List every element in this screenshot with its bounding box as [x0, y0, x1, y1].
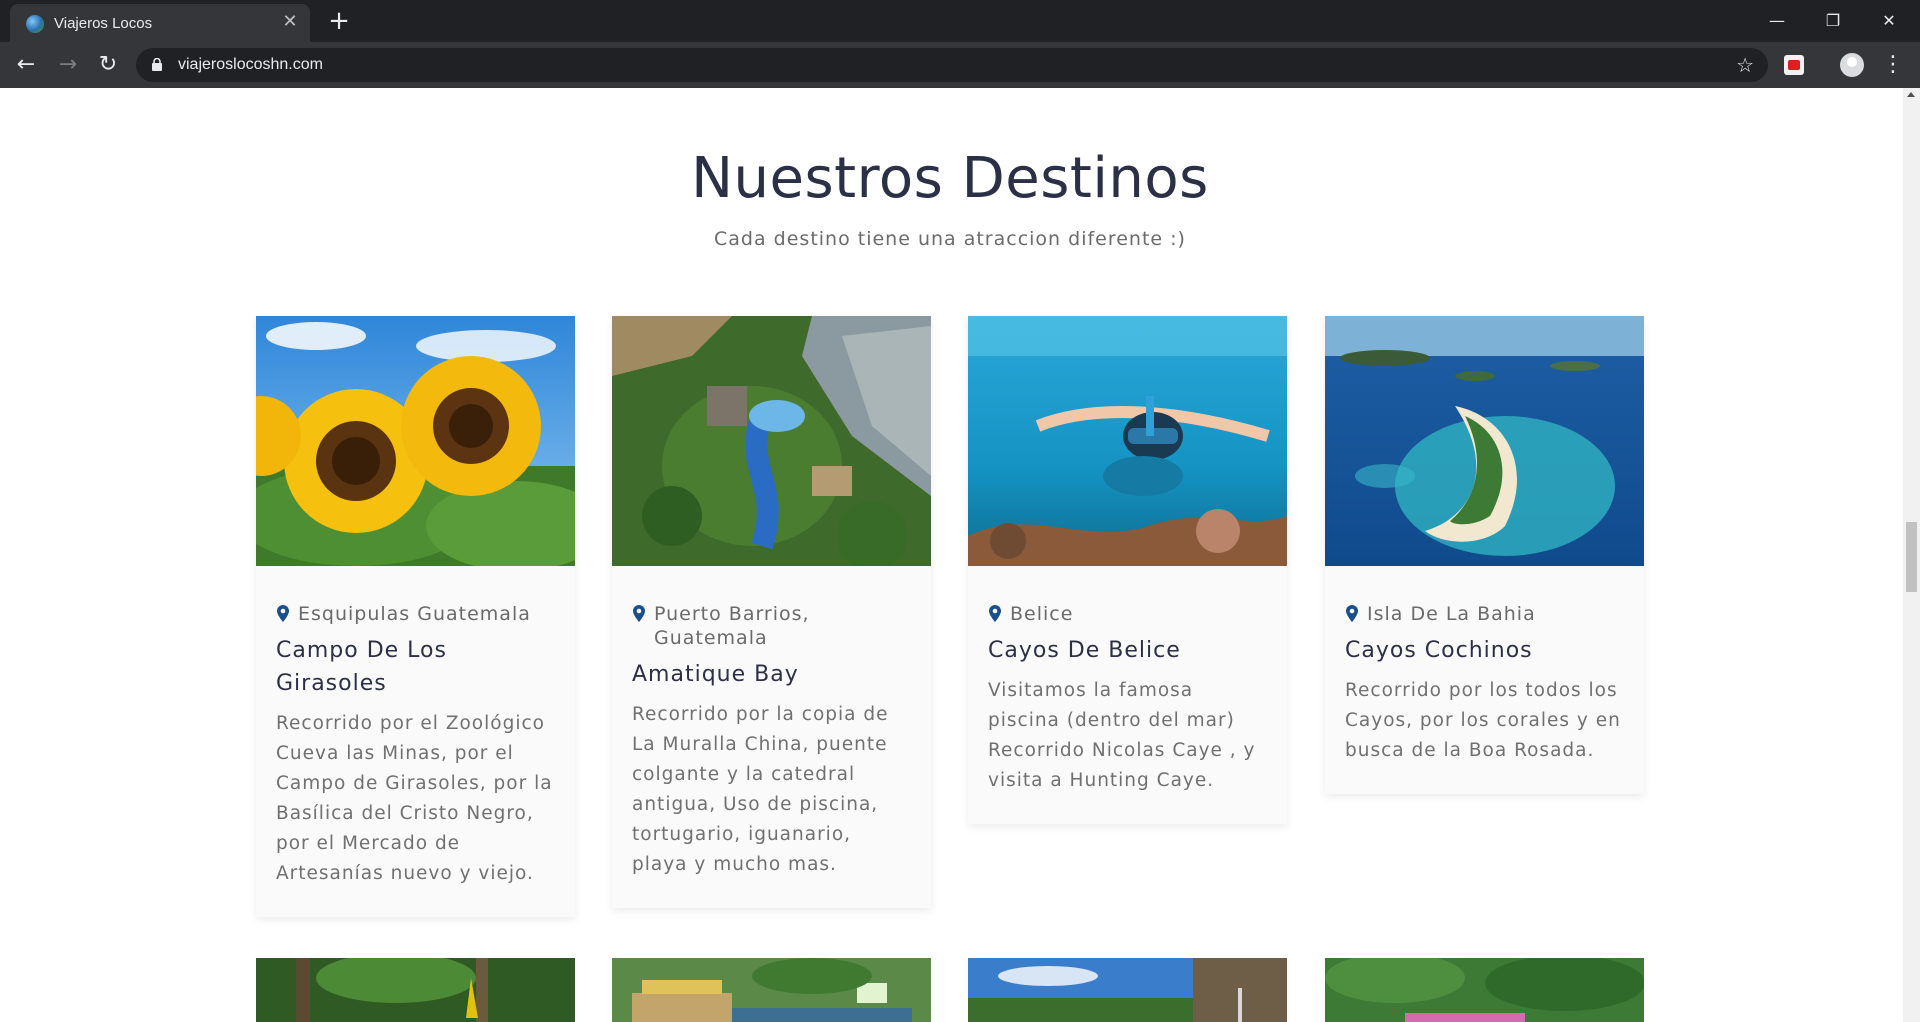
location-text: Belice — [1010, 603, 1074, 625]
location-text: Isla De La Bahia — [1367, 603, 1536, 625]
minimize-icon[interactable]: — — [1754, 6, 1800, 36]
map-pin-icon — [1346, 605, 1358, 622]
destination-card-partial[interactable] — [256, 958, 575, 1022]
destination-title[interactable]: Cayos Cochinos — [1345, 634, 1624, 667]
tab-title: Viajeros Locos — [54, 15, 153, 32]
restore-icon[interactable]: ❐ — [1810, 6, 1856, 36]
browser-tab-strip: Viajeros Locos ✕ + — ❐ ✕ — [0, 0, 1920, 42]
new-tab-button[interactable]: + — [326, 8, 352, 34]
close-window-icon[interactable]: ✕ — [1866, 6, 1912, 36]
destination-title[interactable]: Cayos De Belice — [988, 634, 1267, 667]
destination-card[interactable]: Puerto Barrios, Guatemala Amatique Bay R… — [612, 316, 931, 908]
destination-location: Belice — [988, 602, 1267, 626]
extension-icon[interactable] — [1784, 55, 1804, 75]
destination-photo-lake — [968, 958, 1287, 1022]
destination-card-partial[interactable] — [1325, 958, 1644, 1022]
scroll-up-arrow-icon[interactable] — [1907, 92, 1915, 97]
browser-toolbar: ← → ↻ viajeroslocoshn.com ☆ ⋮ — [0, 42, 1920, 88]
section-title: Nuestros Destinos — [691, 146, 1209, 211]
destination-photo-forest — [256, 958, 575, 1022]
destination-photo-resort-aerial — [612, 316, 931, 566]
destination-photo-park — [612, 958, 931, 1022]
back-arrow-icon[interactable]: ← — [12, 51, 40, 79]
section-subtitle: Cada destino tiene una atraccion diferen… — [714, 228, 1186, 250]
close-tab-icon[interactable]: ✕ — [280, 12, 300, 32]
bookmark-star-icon[interactable]: ☆ — [1736, 53, 1754, 77]
destination-location: Isla De La Bahia — [1345, 602, 1624, 626]
profile-avatar[interactable] — [1840, 53, 1864, 77]
forward-arrow-icon[interactable]: → — [54, 51, 82, 79]
page-scrollbar[interactable] — [1903, 88, 1920, 1022]
map-pin-icon — [989, 605, 1001, 622]
browser-tab[interactable]: Viajeros Locos ✕ — [10, 4, 310, 42]
destination-card-partial[interactable] — [968, 958, 1287, 1022]
destination-location: Puerto Barrios, Guatemala — [632, 602, 911, 650]
destination-photo-sunflowers — [256, 316, 575, 566]
destination-title[interactable]: Amatique Bay — [632, 658, 911, 691]
map-pin-icon — [277, 605, 289, 622]
location-text: Esquipulas Guatemala — [298, 603, 531, 625]
destination-card[interactable]: Belice Cayos De Belice Visitamos la famo… — [968, 316, 1287, 824]
destination-card[interactable]: Esquipulas Guatemala Campo De Los Giraso… — [256, 316, 575, 917]
destination-location: Esquipulas Guatemala — [276, 602, 555, 626]
destination-title[interactable]: Campo De Los Girasoles — [276, 634, 555, 700]
destination-photo-trees — [1325, 958, 1644, 1022]
map-pin-icon — [633, 605, 645, 622]
scrollbar-thumb[interactable] — [1906, 522, 1917, 592]
destination-card[interactable]: Isla De La Bahia Cayos Cochinos Recorrid… — [1325, 316, 1644, 794]
url-text: viajeroslocoshn.com — [178, 56, 323, 73]
destination-description: Recorrido por los todos los Cayos, por l… — [1345, 680, 1621, 761]
destination-card-partial[interactable] — [612, 958, 931, 1022]
lock-icon — [152, 58, 162, 71]
reload-icon[interactable]: ↻ — [94, 51, 122, 79]
location-text: Puerto Barrios, Guatemala — [654, 603, 810, 649]
destination-description: Recorrido por el Zoológico Cueva las Min… — [276, 713, 553, 884]
destination-photo-snorkeler — [968, 316, 1287, 566]
destination-description: Visitamos la famosa piscina (dentro del … — [988, 680, 1256, 791]
site-favicon-icon — [26, 15, 44, 33]
destination-description: Recorrido por la copia de La Muralla Chi… — [632, 704, 889, 875]
address-bar[interactable]: viajeroslocoshn.com ☆ — [136, 48, 1768, 82]
browser-menu-icon[interactable]: ⋮ — [1882, 51, 1904, 79]
page-viewport: Nuestros Destinos Cada destino tiene una… — [0, 88, 1920, 1022]
destination-photo-island-aerial — [1325, 316, 1644, 566]
